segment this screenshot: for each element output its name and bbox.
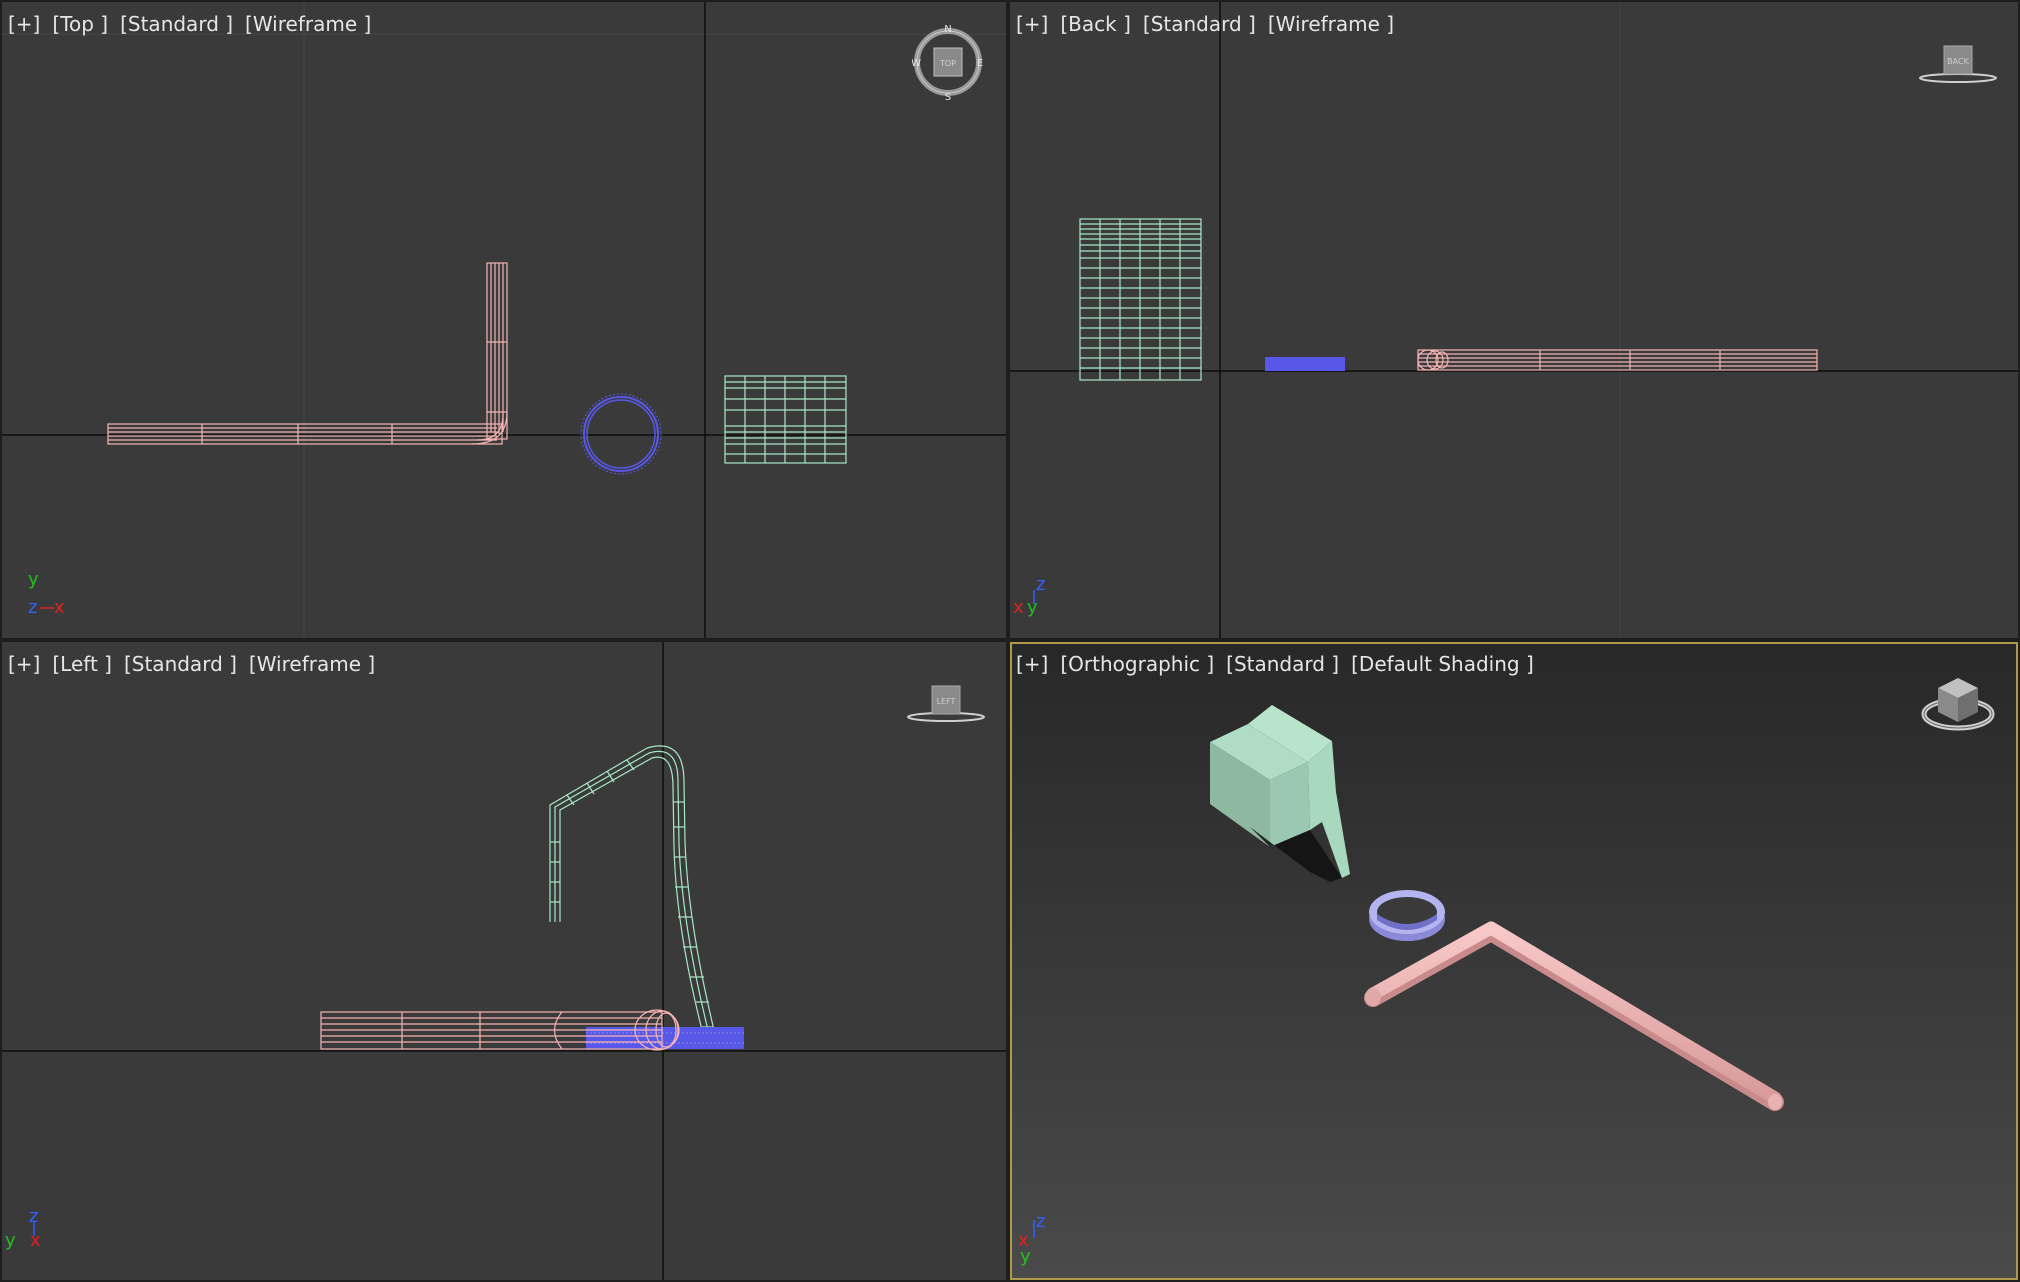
axis-tripod: z x y: [1013, 574, 1045, 618]
svg-text:x: x: [30, 1230, 41, 1251]
viewport-standard-label[interactable]: [Standard ]: [124, 652, 237, 676]
svg-text:z: z: [1036, 1211, 1045, 1232]
compass-north: N: [944, 24, 951, 35]
viewport-point-of-view-label[interactable]: [Orthographic ]: [1060, 652, 1214, 676]
viewcube-face-label: LEFT: [937, 697, 956, 706]
viewport-shading-label[interactable]: [Wireframe ]: [1268, 12, 1394, 36]
viewport-back[interactable]: z x y [+] [Back ] [Standard ] [Wireframe ] …: [1010, 2, 2018, 638]
ring-wireframe[interactable]: [580, 393, 662, 475]
ring-shaded[interactable]: [1369, 890, 1445, 941]
viewport-shading-label[interactable]: [Wireframe ]: [245, 12, 371, 36]
axis-tripod: z x y: [1018, 1211, 1045, 1267]
viewport-label-menu: [+] [Top ] [Standard ] [Wireframe ]: [8, 12, 383, 36]
viewcube[interactable]: LEFT: [906, 682, 986, 726]
viewport-standard-label[interactable]: [Standard ]: [120, 12, 233, 36]
pipe-wireframe[interactable]: [107, 262, 508, 445]
svg-text:y: y: [1027, 597, 1038, 618]
viewport-standard-label[interactable]: [Standard ]: [1226, 652, 1339, 676]
pipe-shaded[interactable]: [1364, 921, 1784, 1111]
viewport-orthographic[interactable]: z x y [+] [Orthographic ] [Standard ] [Defa…: [1010, 642, 2018, 1280]
svg-text:z: z: [29, 1206, 38, 1227]
svg-text:y: y: [28, 569, 39, 590]
orthographic-view-scene: z x y: [1018, 705, 1784, 1267]
svg-text:x: x: [54, 597, 65, 618]
bracket-wireframe[interactable]: [549, 745, 715, 1031]
viewport-menu-plus[interactable]: [+]: [1016, 12, 1048, 36]
left-view-scene: z y x: [2, 642, 1006, 1280]
svg-text:z: z: [1036, 574, 1045, 595]
bracket-wireframe[interactable]: [1079, 218, 1202, 381]
viewport-label-menu: [+] [Back ] [Standard ] [Wireframe ]: [1016, 12, 1406, 36]
svg-text:y: y: [5, 1230, 16, 1251]
viewport-menu-plus[interactable]: [+]: [1016, 652, 1048, 676]
svg-text:z: z: [28, 597, 37, 618]
axis-tripod: y z x: [28, 569, 65, 618]
viewcube-compass[interactable]: TOP N S E W: [912, 22, 984, 102]
svg-text:y: y: [1020, 1246, 1031, 1267]
viewport-point-of-view-label[interactable]: [Top ]: [52, 12, 108, 36]
axis-tripod: z y x: [5, 1206, 41, 1251]
pipe-wireframe[interactable]: [1417, 349, 1818, 371]
bracket-shaded[interactable]: [1210, 705, 1350, 882]
viewport-point-of-view-label[interactable]: [Left ]: [52, 652, 112, 676]
compass-east: E: [977, 58, 983, 69]
compass-south: S: [945, 92, 951, 102]
viewcube[interactable]: BACK: [1918, 42, 1998, 86]
viewport-menu-plus[interactable]: [+]: [8, 652, 40, 676]
viewport-top[interactable]: y z x [+] [Top ] [Standard ] [Wireframe ] T…: [2, 2, 1006, 638]
top-view-scene: y z x: [2, 2, 1006, 638]
ring-wireframe[interactable]: [1265, 357, 1345, 371]
viewport-label-menu: [+] [Orthographic ] [Standard ] [Default Sh…: [1016, 652, 1546, 676]
viewport-standard-label[interactable]: [Standard ]: [1143, 12, 1256, 36]
bracket-wireframe[interactable]: [724, 375, 847, 464]
viewcube-3d[interactable]: [1920, 670, 1996, 738]
viewport-shading-label[interactable]: [Wireframe ]: [249, 652, 375, 676]
viewport-menu-plus[interactable]: [+]: [8, 12, 40, 36]
viewport-point-of-view-label[interactable]: [Back ]: [1060, 12, 1131, 36]
svg-text:x: x: [1013, 597, 1024, 618]
viewport-label-menu: [+] [Left ] [Standard ] [Wireframe ]: [8, 652, 387, 676]
viewport-shading-label[interactable]: [Default Shading ]: [1351, 652, 1534, 676]
compass-west: W: [912, 58, 921, 69]
viewport-left[interactable]: z y x [+] [Left ] [Standard ] [Wireframe ] …: [2, 642, 1006, 1280]
viewcube-face-label: BACK: [1947, 57, 1969, 66]
back-view-scene: z x y: [1010, 2, 2018, 638]
viewcube-face-label: TOP: [939, 59, 956, 68]
